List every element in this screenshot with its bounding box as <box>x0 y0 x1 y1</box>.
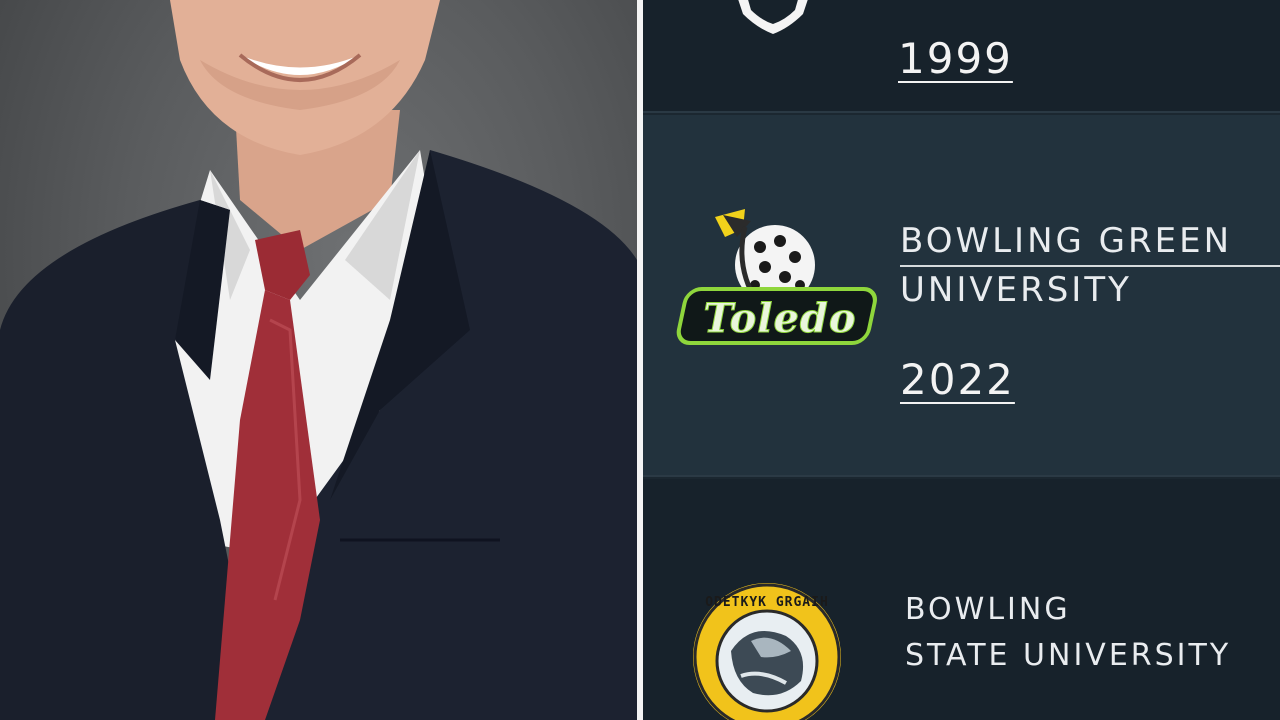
school-name-line2: UNIVERSITY <box>900 270 1132 310</box>
portrait-photo <box>0 0 637 720</box>
entry-year: 2022 <box>900 355 1015 404</box>
shield-logo-icon <box>738 0 808 34</box>
university-seal: ODETKYK GRGAIH <box>691 581 843 720</box>
seal-top-text: ODETKYK GRGAIH <box>705 595 829 610</box>
timeline-entry-3: ODETKYK GRGAIH BOWLING STATE UNIVERSITY <box>643 479 1280 720</box>
man-in-suit-illustration <box>0 0 637 720</box>
toledo-logo: Toledo <box>665 207 880 362</box>
timeline-entry-2: Toledo BOWLING GREEN UNIVERSITY 2022 <box>643 115 1280 477</box>
school-name-line1: BOWLING <box>905 592 1071 627</box>
education-timeline: 1999 Toledo BOWLING GREEN UNIVERSITY 202… <box>643 0 1280 720</box>
school-name-line2: STATE UNIVERSITY <box>905 638 1232 673</box>
timeline-entry-1: 1999 <box>643 0 1280 113</box>
entry-year: 1999 <box>898 34 1013 83</box>
toledo-logo-text: Toledo <box>703 295 857 343</box>
school-name-line1: BOWLING GREEN <box>900 221 1233 261</box>
